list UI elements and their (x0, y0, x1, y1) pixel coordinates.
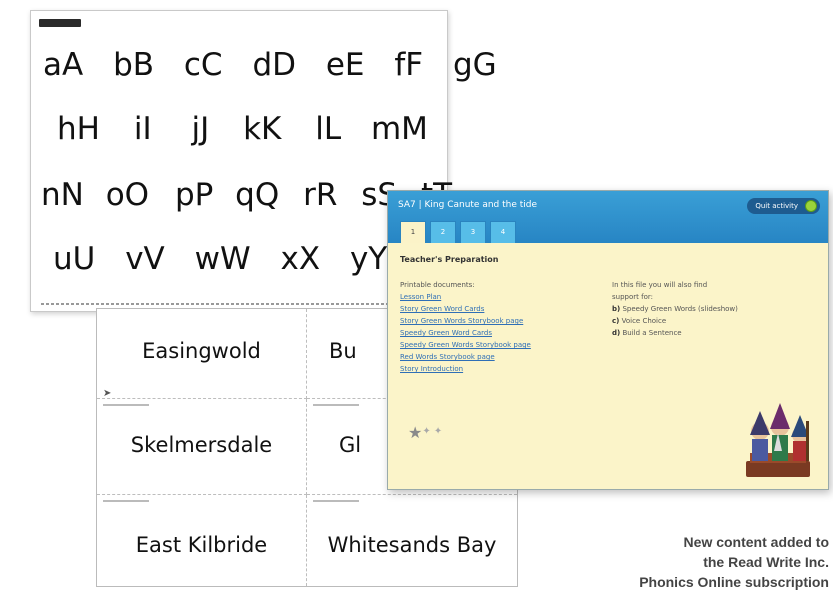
activity-header: SA7 | King Canute and the tide Quit acti… (388, 191, 828, 243)
star-sparkle-icon: ★✦ ✦ (408, 423, 443, 442)
letter-pair: fF (394, 47, 424, 83)
support-item-text: Speedy Green Words (slideshow) (622, 305, 738, 313)
tab-3[interactable]: 3 (460, 221, 486, 243)
quit-activity-button[interactable]: Quit activity (747, 198, 820, 214)
letter-pair: cC (183, 47, 223, 83)
word-card-text: Whitesands Bay (327, 533, 497, 557)
activity-body: Teacher's Preparation Printable document… (388, 243, 828, 489)
support-item-text: Build a Sentence (622, 329, 682, 337)
activity-window: SA7 | King Canute and the tide Quit acti… (387, 190, 829, 490)
letter-pair: wW (194, 241, 251, 277)
section-title: Teacher's Preparation (400, 255, 499, 264)
letter-pair: pP (174, 177, 214, 213)
word-card-text: East Kilbride (135, 533, 268, 557)
word-card-text: Easingwold (142, 339, 261, 363)
document-link-red-words-storybook[interactable]: Red Words Storybook page (400, 353, 495, 361)
letter-pair: gG (453, 47, 497, 83)
document-link-story-introduction[interactable]: Story Introduction (400, 365, 463, 373)
letter-pair: jJ (191, 111, 210, 147)
document-link-lesson-plan[interactable]: Lesson Plan (400, 293, 441, 301)
word-card: Easingwold (97, 309, 307, 399)
document-link-speedy-green-word-cards[interactable]: Speedy Green Word Cards (400, 329, 492, 337)
caption-line-2: the Read Write Inc. (703, 554, 829, 570)
caption-line-1: New content added to (683, 534, 829, 550)
word-card: East Kilbride (97, 495, 307, 586)
support-item: c) Voice Choice (612, 317, 666, 325)
support-item-letter: b) (612, 305, 621, 313)
word-card: Skelmersdale (97, 399, 307, 495)
support-item-letter: d) (612, 329, 621, 337)
letter-pair: rR (303, 177, 338, 213)
alphabet-row-2: hH iI jJ kK lL mM (57, 111, 473, 147)
letter-pair: iI (133, 111, 152, 147)
letter-pair: aA (43, 47, 84, 83)
quit-activity-label: Quit activity (755, 202, 798, 210)
letter-pair: dD (252, 47, 296, 83)
support-item: d) Build a Sentence (612, 329, 682, 337)
tab-1[interactable]: 1 (400, 221, 426, 243)
support-intro: support for: (612, 293, 653, 301)
caption-line-3: Phonics Online subscription (639, 574, 829, 590)
brand-logo (39, 19, 81, 27)
support-item-text: Voice Choice (621, 317, 667, 325)
letter-pair: kK (243, 111, 282, 147)
card-caption-line (103, 500, 149, 502)
documents-label: Printable documents: (400, 281, 475, 289)
characters-illustration (746, 403, 810, 477)
word-card-text: Skelmersdale (130, 433, 273, 457)
letter-pair: qQ (235, 177, 280, 213)
letter-pair: nN (41, 177, 84, 213)
card-caption-line (313, 500, 359, 502)
letter-pair: uU (53, 241, 96, 277)
word-card: Whitesands Bay (307, 495, 517, 586)
support-intro: In this file you will also find (612, 281, 708, 289)
letter-pair: lL (315, 111, 342, 147)
letter-pair: xX (280, 241, 321, 277)
letter-pair: mM (370, 111, 428, 147)
support-item-letter: c) (612, 317, 620, 325)
letter-pair: oO (105, 177, 150, 213)
letter-pair: hH (57, 111, 100, 147)
promo-caption: New content added to the Read Write Inc.… (529, 532, 829, 592)
document-link-speedy-green-words-storybook[interactable]: Speedy Green Words Storybook page (400, 341, 531, 349)
letter-pair: eE (325, 47, 365, 83)
card-footer-line (41, 303, 417, 305)
tab-2[interactable]: 2 (430, 221, 456, 243)
tab-4[interactable]: 4 (490, 221, 516, 243)
letter-pair: vV (125, 241, 165, 277)
document-link-story-green-word-cards[interactable]: Story Green Word Cards (400, 305, 484, 313)
cut-mark-icon: ➤ (103, 388, 112, 399)
card-caption-line (313, 404, 359, 406)
alphabet-row-1: aA bB cC dD eE fF gG (43, 47, 497, 83)
card-caption-line (103, 404, 149, 406)
alphabet-card: aA bB cC dD eE fF gG hH iI jJ kK lL mM n… (30, 10, 497, 312)
letter-pair: yY (349, 241, 388, 277)
document-link-story-green-words-storybook[interactable]: Story Green Words Storybook page (400, 317, 523, 325)
support-item: b) Speedy Green Words (slideshow) (612, 305, 738, 313)
activity-title: SA7 | King Canute and the tide (398, 200, 538, 210)
letter-pair: bB (113, 47, 155, 83)
quit-icon (805, 200, 817, 212)
